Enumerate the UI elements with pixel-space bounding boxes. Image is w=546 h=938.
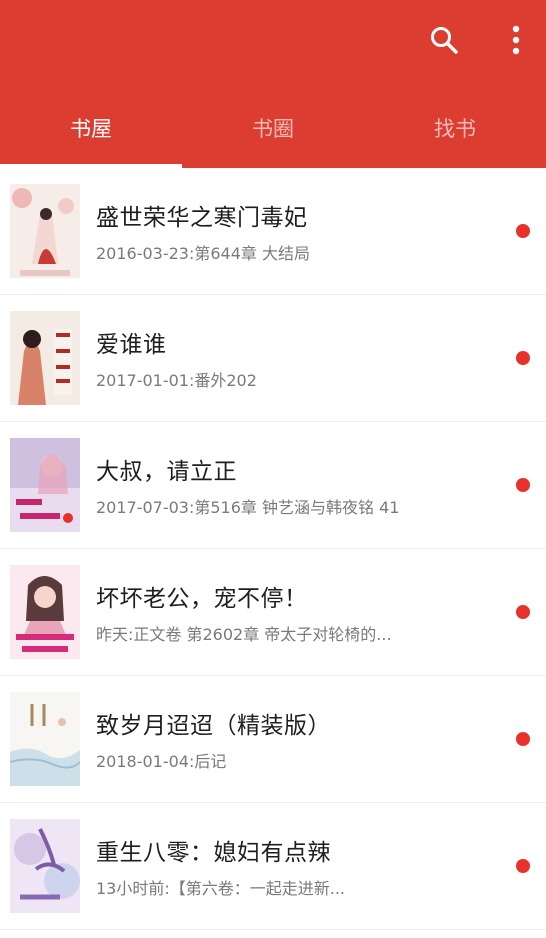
more-vertical-icon[interactable] [496, 12, 536, 68]
book-title: 坏坏老公，宠不停！ [96, 586, 308, 612]
book-list: 盛世荣华之寒门毒妃 2016-03-23:第644章 大结局 爱谁谁 2017-… [0, 168, 546, 930]
book-title: 致岁月迢迢（精装版） [96, 713, 331, 739]
book-row[interactable]: 大叔，请立正 2017-07-03:第516章 钟艺涵与韩夜铭 41 [0, 422, 546, 549]
unread-dot [516, 732, 530, 746]
book-title: 爱谁谁 [96, 332, 167, 358]
book-cover [10, 184, 80, 278]
tab-book-circle[interactable]: 书圈 [182, 88, 364, 168]
tab-label: 书屋 [70, 117, 112, 141]
tab-label: 找书 [434, 117, 476, 141]
unread-dot [516, 859, 530, 873]
tab-bar: 书屋 书圈 找书 [0, 88, 546, 168]
latest-chapter: 2017-07-03:第516章 钟艺涵与韩夜铭 41 [96, 498, 400, 517]
tab-find-books[interactable]: 找书 [364, 88, 546, 168]
latest-chapter: 2016-03-23:第644章 大结局 [96, 244, 311, 263]
book-row[interactable]: 爱谁谁 2017-01-01:番外202 [0, 295, 546, 422]
book-cover [10, 819, 80, 913]
app-bar: 书屋 书圈 找书 [0, 0, 546, 168]
toolbar-actions [416, 0, 546, 80]
latest-chapter: 2017-01-01:番外202 [96, 371, 257, 390]
book-row[interactable]: 重生八零：媳妇有点辣 13小时前:【第六卷：一起走进新... [0, 803, 546, 930]
unread-dot [516, 605, 530, 619]
book-cover [10, 438, 80, 532]
unread-dot [516, 351, 530, 365]
book-title: 大叔，请立正 [96, 459, 237, 485]
tab-bookshelf[interactable]: 书屋 [0, 88, 182, 168]
book-cover [10, 311, 80, 405]
book-cover [10, 692, 80, 786]
book-row[interactable]: 盛世荣华之寒门毒妃 2016-03-23:第644章 大结局 [0, 168, 546, 295]
book-row[interactable]: 坏坏老公，宠不停！ 昨天:正文卷 第2602章 帝太子对轮椅的... [0, 549, 546, 676]
book-title: 重生八零：媳妇有点辣 [96, 840, 331, 866]
tab-label: 书圈 [252, 117, 294, 141]
book-row[interactable]: 致岁月迢迢（精装版） 2018-01-04:后记 [0, 676, 546, 803]
book-cover [10, 565, 80, 659]
latest-chapter: 13小时前:【第六卷：一起走进新... [96, 879, 346, 898]
book-title: 盛世荣华之寒门毒妃 [96, 205, 308, 231]
search-icon[interactable] [416, 12, 472, 68]
unread-dot [516, 478, 530, 492]
latest-chapter: 2018-01-04:后记 [96, 752, 227, 771]
unread-dot [516, 224, 530, 238]
latest-chapter: 昨天:正文卷 第2602章 帝太子对轮椅的... [96, 625, 392, 644]
